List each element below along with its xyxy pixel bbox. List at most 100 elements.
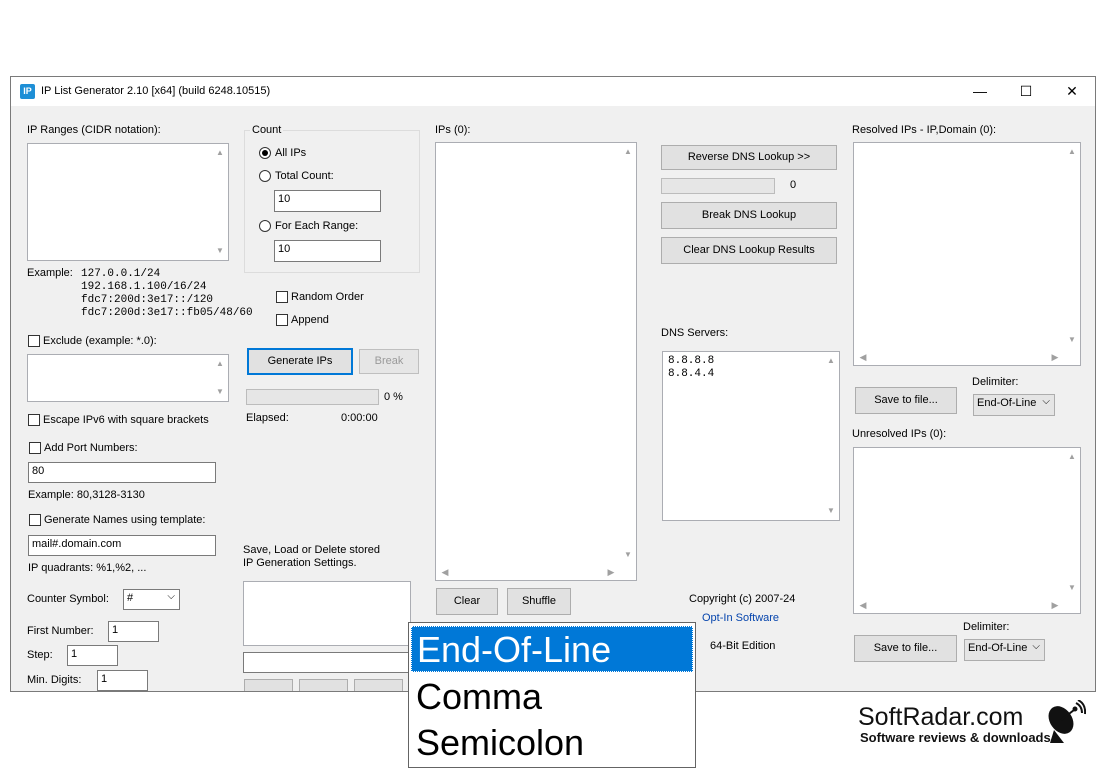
- resolved-hscrollbar[interactable]: ◀ ▶: [854, 349, 1064, 365]
- scroll-left-icon[interactable]: ◀: [856, 349, 870, 365]
- ips-vscrollbar[interactable]: ▲ ▼: [620, 143, 636, 564]
- ips-hscrollbar[interactable]: ◀ ▶: [436, 564, 620, 580]
- unresolved-hscrollbar[interactable]: ◀ ▶: [854, 597, 1064, 613]
- window-title: IP List Generator 2.10 [x64] (build 6248…: [41, 85, 271, 97]
- total-count-input[interactable]: 10: [274, 190, 381, 212]
- unresolved-vscrollbar[interactable]: ▲ ▼: [1064, 448, 1080, 597]
- generate-names-label: Generate Names using template:: [44, 514, 206, 526]
- random-order-label: Random Order: [291, 291, 364, 303]
- count-group-label: Count: [250, 124, 284, 136]
- exclude-textarea[interactable]: ▲ ▼: [27, 354, 229, 402]
- settings-list[interactable]: [243, 581, 411, 646]
- step-label: Step:: [27, 649, 53, 661]
- chevron-down-icon: ⌵: [167, 591, 175, 602]
- name-template-input[interactable]: mail#.domain.com: [28, 535, 216, 556]
- break-button[interactable]: Break: [359, 349, 419, 374]
- opt-in-software-link[interactable]: Opt-In Software: [702, 612, 779, 624]
- save-resolved-button[interactable]: Save to file...: [855, 387, 957, 414]
- unresolved-delimiter-label: Delimiter:: [963, 621, 1010, 633]
- shuffle-button[interactable]: Shuffle: [507, 588, 571, 615]
- watermark-title: SoftRadar.com: [858, 703, 1024, 731]
- for-each-range-input[interactable]: 10: [274, 240, 381, 262]
- scroll-up-icon[interactable]: ▲: [1064, 450, 1080, 464]
- unresolved-ips-list[interactable]: ▲ ▼ ◀ ▶: [853, 447, 1081, 614]
- resolved-delimiter-value: End-Of-Line: [977, 397, 1037, 409]
- resolved-delimiter-select[interactable]: End-Of-Line ⌵: [973, 394, 1055, 416]
- settings-load-button[interactable]: [299, 679, 348, 691]
- scroll-up-icon[interactable]: ▲: [823, 354, 839, 368]
- scroll-right-icon[interactable]: ▶: [1048, 597, 1062, 613]
- append-checkbox[interactable]: [276, 314, 288, 326]
- close-button[interactable]: ✕: [1049, 77, 1095, 106]
- dropdown-option-semicolon[interactable]: Semicolon: [411, 720, 693, 766]
- generate-names-checkbox[interactable]: [29, 514, 41, 526]
- dropdown-option-end-of-line[interactable]: End-Of-Line: [411, 626, 693, 672]
- port-numbers-input[interactable]: 80: [28, 462, 216, 483]
- scroll-down-icon[interactable]: ▼: [823, 504, 839, 518]
- settings-delete-button[interactable]: [354, 679, 403, 691]
- generate-ips-button[interactable]: Generate IPs: [247, 348, 353, 375]
- scroll-up-icon[interactable]: ▲: [212, 146, 228, 160]
- counter-symbol-select[interactable]: # ⌵: [123, 589, 180, 610]
- exclude-checkbox[interactable]: [28, 335, 40, 347]
- dns-servers-label: DNS Servers:: [661, 327, 729, 339]
- dropdown-option-comma[interactable]: Comma: [411, 674, 693, 720]
- clear-dns-results-button[interactable]: Clear DNS Lookup Results: [661, 237, 837, 264]
- save-unresolved-button[interactable]: Save to file...: [854, 635, 957, 662]
- scroll-up-icon[interactable]: ▲: [1064, 145, 1080, 159]
- exclude-scrollbar[interactable]: ▲ ▼: [212, 355, 228, 401]
- first-number-input[interactable]: 1: [108, 621, 159, 642]
- scroll-down-icon[interactable]: ▼: [1064, 333, 1080, 347]
- ips-list[interactable]: ▲ ▼ ◀ ▶: [435, 142, 637, 581]
- dns-servers-scrollbar[interactable]: ▲ ▼: [823, 352, 839, 520]
- add-port-checkbox[interactable]: [29, 442, 41, 454]
- settings-label-line2: IP Generation Settings.: [243, 557, 357, 569]
- random-order-checkbox[interactable]: [276, 291, 288, 303]
- settings-name-input[interactable]: [243, 652, 411, 673]
- ip-ranges-textarea[interactable]: ▲ ▼: [27, 143, 229, 261]
- scroll-left-icon[interactable]: ◀: [438, 564, 452, 580]
- settings-save-button[interactable]: [244, 679, 293, 691]
- scroll-right-icon[interactable]: ▶: [604, 564, 618, 580]
- chevron-down-icon: ⌵: [1032, 641, 1040, 652]
- reverse-dns-lookup-button[interactable]: Reverse DNS Lookup >>: [661, 145, 837, 170]
- dns-servers-textarea[interactable]: 8.8.8.8 8.8.4.4 ▲ ▼: [662, 351, 840, 521]
- all-ips-radio[interactable]: [259, 147, 271, 159]
- generate-percent: 0 %: [384, 391, 403, 403]
- resolved-ips-list[interactable]: ▲ ▼ ◀ ▶: [853, 142, 1081, 366]
- copyright-text: Copyright (c) 2007-24: [689, 593, 796, 605]
- add-port-label: Add Port Numbers:: [44, 442, 138, 454]
- satellite-dish-icon: [1048, 700, 1086, 743]
- dns-progress-bar: [661, 178, 775, 194]
- app-icon: IP: [20, 84, 35, 99]
- delimiter-dropdown-popup: End-Of-Line Comma Semicolon: [408, 622, 696, 768]
- title-bar[interactable]: IP IP List Generator 2.10 [x64] (build 6…: [11, 77, 1095, 106]
- scroll-right-icon[interactable]: ▶: [1048, 349, 1062, 365]
- scroll-down-icon[interactable]: ▼: [620, 548, 636, 562]
- maximize-button[interactable]: ☐: [1003, 77, 1049, 106]
- all-ips-label: All IPs: [275, 147, 307, 159]
- scroll-down-icon[interactable]: ▼: [212, 244, 228, 258]
- scroll-up-icon[interactable]: ▲: [212, 357, 228, 371]
- ip-ranges-scrollbar[interactable]: ▲ ▼: [212, 144, 228, 260]
- total-count-label: Total Count:: [275, 170, 334, 182]
- for-each-range-radio[interactable]: [259, 220, 271, 232]
- unresolved-ips-label: Unresolved IPs (0):: [852, 428, 947, 440]
- break-dns-lookup-button[interactable]: Break DNS Lookup: [661, 202, 837, 229]
- step-input[interactable]: 1: [67, 645, 118, 666]
- escape-ipv6-label: Escape IPv6 with square brackets: [43, 414, 209, 426]
- unresolved-delimiter-select[interactable]: End-Of-Line ⌵: [964, 639, 1045, 661]
- scroll-up-icon[interactable]: ▲: [620, 145, 636, 159]
- escape-ipv6-checkbox[interactable]: [28, 414, 40, 426]
- minimize-button[interactable]: —: [957, 77, 1003, 106]
- elapsed-label: Elapsed:: [246, 412, 289, 424]
- clear-ips-button[interactable]: Clear: [436, 588, 498, 615]
- example-label: Example:: [27, 267, 73, 279]
- min-digits-input[interactable]: 1: [97, 670, 148, 691]
- resolved-vscrollbar[interactable]: ▲ ▼: [1064, 143, 1080, 349]
- scroll-down-icon[interactable]: ▼: [212, 385, 228, 399]
- scroll-left-icon[interactable]: ◀: [856, 597, 870, 613]
- example-range-2: 192.168.1.100/16/24: [81, 281, 207, 293]
- scroll-down-icon[interactable]: ▼: [1064, 581, 1080, 595]
- total-count-radio[interactable]: [259, 170, 271, 182]
